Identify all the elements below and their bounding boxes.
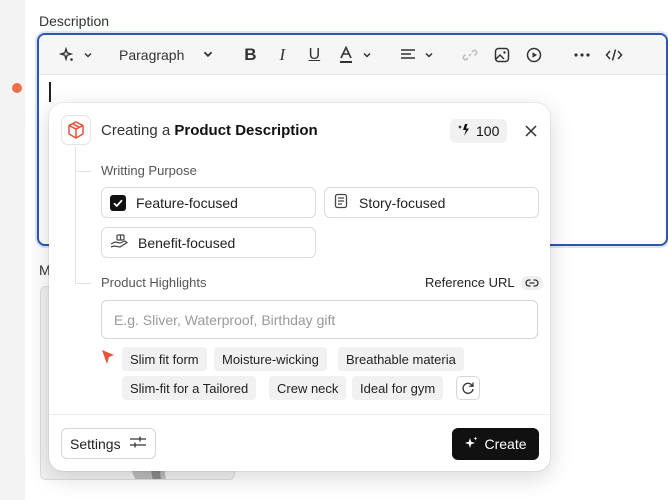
magic-sparkle-icon [55,43,79,67]
credits-badge: 100 [450,119,508,143]
product-highlights-input[interactable] [101,300,538,339]
footer-divider [49,414,550,415]
sliders-icon [129,435,147,452]
align-dropdown[interactable] [392,40,438,70]
ai-tools-dropdown[interactable] [51,40,97,70]
sparkles-icon [464,436,478,453]
suggestion-chip[interactable]: Breathable materia [338,347,464,371]
reference-url-label: Reference URL [425,275,515,290]
hand-gift-icon [110,233,129,252]
paragraph-style-dropdown[interactable]: Paragraph [113,40,218,70]
more-options-button[interactable] [566,40,598,70]
video-button[interactable] [518,40,550,70]
text-cursor [49,82,51,102]
purpose-option-label: Story-focused [359,194,446,211]
bold-button[interactable]: B [234,40,266,70]
tree-connector-line [75,147,76,283]
sparkle-icon [101,349,115,370]
text-color-dropdown[interactable] [330,40,376,70]
error-indicator-dot [12,83,22,93]
popup-title-strong: Product Description [174,122,318,139]
suggestion-chip[interactable]: Slim-fit for a Tailored [122,376,257,400]
link-button[interactable] [454,40,486,70]
align-left-icon [396,43,420,67]
source-code-button[interactable] [598,40,630,70]
close-button[interactable] [521,121,541,141]
refresh-suggestions-button[interactable] [456,376,480,400]
image-icon [490,43,514,67]
link-icon [458,43,482,67]
product-box-icon [61,115,91,145]
purpose-option-benefit[interactable]: Benefit-focused [101,227,316,258]
chevron-down-icon [362,47,372,63]
close-icon [525,125,537,137]
settings-button[interactable]: Settings [61,428,156,459]
code-icon [602,43,626,67]
popup-title: Creating a Product Description [101,122,318,139]
italic-button[interactable]: I [266,40,298,70]
checkbox-checked-icon [110,194,126,211]
purpose-option-feature[interactable]: Feature-focused [101,187,316,218]
purpose-option-label: Feature-focused [136,194,238,211]
refresh-icon [462,382,474,394]
suggestion-chip[interactable]: Crew neck [269,376,347,400]
ai-writer-popup: Creating a Product Description 100 Writt… [49,103,550,471]
play-circle-icon [522,43,546,67]
underline-button[interactable]: U [298,40,330,70]
create-label: Create [484,436,527,452]
chevron-down-icon [83,47,93,63]
product-highlights-label: Product Highlights [101,275,207,290]
paragraph-style-label: Paragraph [119,46,185,63]
chevron-down-icon [424,47,434,63]
settings-label: Settings [70,435,121,452]
suggestion-chip[interactable]: Moisture-wicking [214,347,327,371]
purpose-option-story[interactable]: Story-focused [324,187,539,218]
underline-icon: U [308,45,321,63]
book-icon [333,193,349,212]
bold-icon: B [244,44,257,64]
text-color-icon [334,43,358,67]
italic-icon: I [279,44,286,64]
purpose-option-label: Benefit-focused [138,234,236,251]
description-label: Description [39,13,110,29]
credits-count: 100 [476,123,500,139]
suggestion-chip[interactable]: Slim fit form [122,347,207,371]
chevron-down-icon [202,47,214,63]
writing-purpose-label: Writting Purpose [101,163,197,178]
more-horizontal-icon [570,43,594,67]
lightning-sparkle-icon [458,123,472,140]
tree-connector-tick [75,171,91,172]
popup-title-prefix: Creating a [101,122,175,139]
reference-url-button[interactable]: Reference URL [425,275,543,290]
create-button[interactable]: Create [452,428,539,460]
editor-toolbar: Paragraph B I U [39,35,666,75]
image-button[interactable] [486,40,518,70]
tree-connector-tick [75,283,91,284]
link-icon [520,275,543,290]
suggestion-chip[interactable]: Ideal for gym [352,376,444,400]
